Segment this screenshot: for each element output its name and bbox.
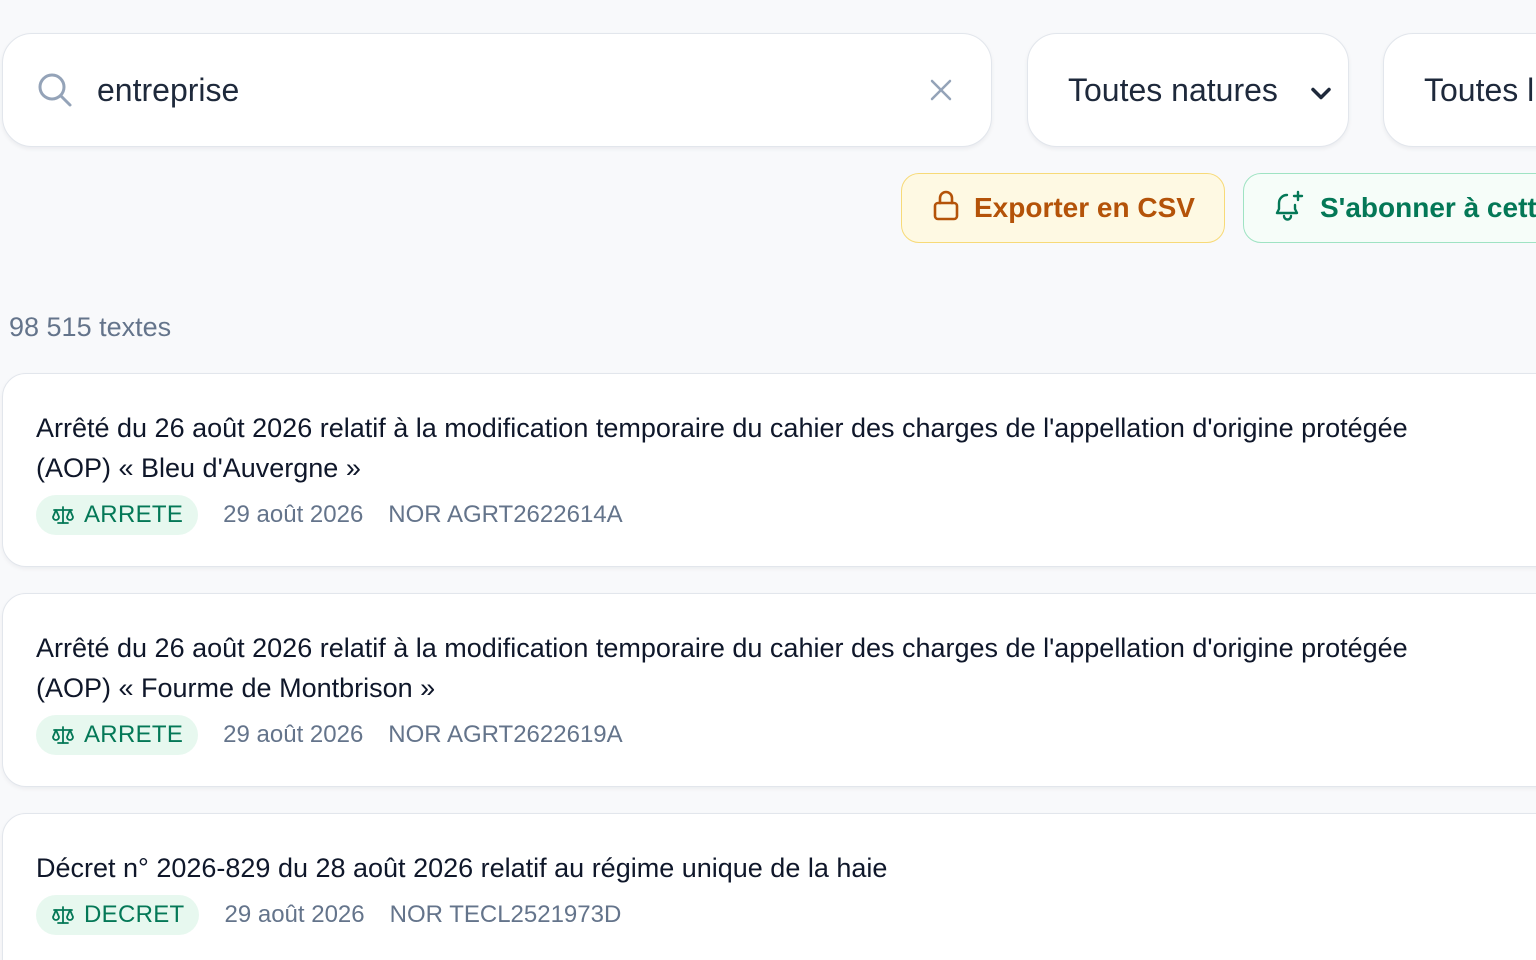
result-title-line: (AOP) « Fourme de Montbrison »	[36, 673, 436, 703]
nature-filter-select[interactable]: Toutes natures	[1027, 33, 1349, 147]
publication-date: 29 août 2026	[223, 501, 364, 528]
result-title[interactable]: Décret n° 2026-829 du 28 août 2026 relat…	[36, 848, 1536, 888]
scale-icon	[52, 506, 74, 524]
second-filter-value: Toutes l	[1424, 71, 1535, 108]
result-meta: ARRETE 29 août 2026 NOR AGRT2622614A	[36, 495, 623, 535]
lock-icon	[932, 189, 960, 228]
type-badge: ARRETE	[36, 495, 199, 535]
type-badge-label: DECRET	[84, 901, 185, 928]
nor-number: NOR AGRT2622614A	[388, 501, 623, 528]
result-card[interactable]: Arrêté du 26 août 2026 relatif à la modi…	[2, 593, 1536, 787]
bell-plus-icon	[1274, 189, 1306, 228]
type-badge: DECRET	[36, 895, 200, 935]
second-filter-select[interactable]: Toutes l	[1383, 33, 1536, 147]
subscribe-label: S'abonner à cett	[1320, 192, 1536, 223]
subscribe-button[interactable]: S'abonner à cett	[1243, 173, 1536, 243]
result-title-line: (AOP) « Bleu d'Auvergne »	[36, 453, 361, 483]
type-badge-label: ARRETE	[84, 501, 184, 528]
scale-icon	[52, 906, 74, 924]
search-box[interactable]	[2, 33, 992, 147]
nature-filter-value: Toutes natures	[1068, 71, 1278, 108]
result-card[interactable]: Arrêté du 26 août 2026 relatif à la modi…	[2, 373, 1536, 567]
result-meta: ARRETE 29 août 2026 NOR AGRT2622619A	[36, 715, 623, 755]
publication-date: 29 août 2026	[224, 901, 365, 928]
result-title[interactable]: Arrêté du 26 août 2026 relatif à la modi…	[36, 628, 1536, 708]
search-results-page: Toutes natures Toutes l Exporter en CSV	[0, 0, 1536, 960]
result-title-line: Arrêté du 26 août 2026 relatif à la modi…	[36, 633, 1408, 663]
export-csv-button[interactable]: Exporter en CSV	[901, 173, 1225, 243]
export-csv-label: Exporter en CSV	[974, 192, 1195, 223]
type-badge-label: ARRETE	[84, 721, 184, 748]
publication-date: 29 août 2026	[223, 721, 364, 748]
type-badge: ARRETE	[36, 715, 199, 755]
close-icon	[930, 79, 952, 101]
clear-search-button[interactable]	[923, 72, 959, 108]
search-icon	[35, 70, 75, 110]
result-count: 98 515 textes	[9, 312, 172, 342]
scale-icon	[52, 726, 74, 744]
nor-number: NOR AGRT2622619A	[388, 721, 623, 748]
search-input[interactable]	[97, 71, 923, 109]
result-title-line: Décret n° 2026-829 du 28 août 2026 relat…	[36, 853, 888, 883]
result-title[interactable]: Arrêté du 26 août 2026 relatif à la modi…	[36, 408, 1536, 488]
chevron-down-icon	[1310, 72, 1332, 109]
nor-number: NOR TECL2521973D	[389, 901, 622, 928]
result-meta: DECRET 29 août 2026 NOR TECL2521973D	[36, 895, 621, 935]
result-card[interactable]: Décret n° 2026-829 du 28 août 2026 relat…	[2, 813, 1536, 960]
result-title-line: Arrêté du 26 août 2026 relatif à la modi…	[36, 413, 1408, 443]
